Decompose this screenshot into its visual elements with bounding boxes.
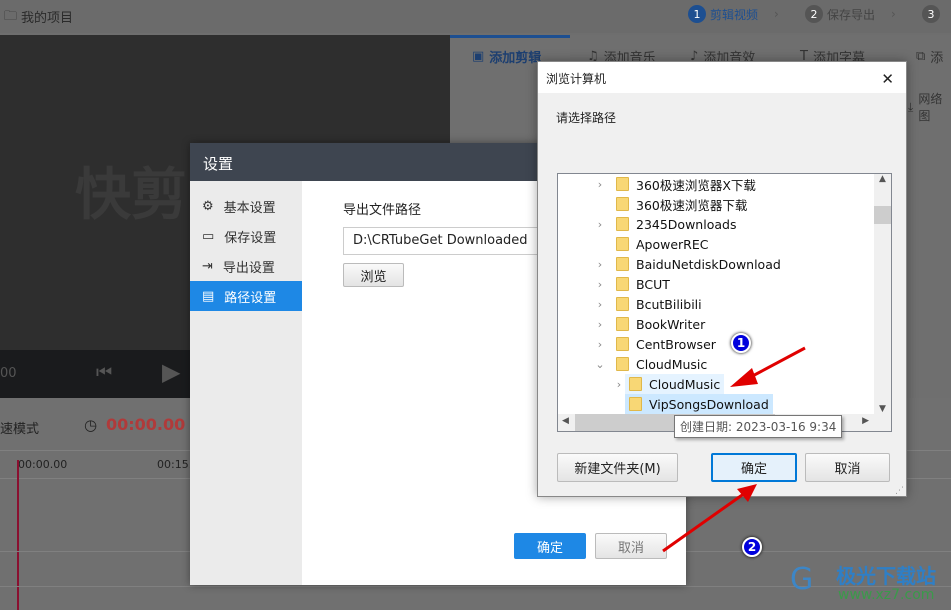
arrow-1-head xyxy=(730,368,758,387)
annotation-arrows xyxy=(662,346,806,553)
arrow-2-head xyxy=(737,484,757,502)
step-badge-2: 2 xyxy=(742,537,762,557)
arrow-2 xyxy=(662,491,746,553)
step-badge-1: 1 xyxy=(731,333,751,353)
logo-icon: G xyxy=(790,562,814,597)
